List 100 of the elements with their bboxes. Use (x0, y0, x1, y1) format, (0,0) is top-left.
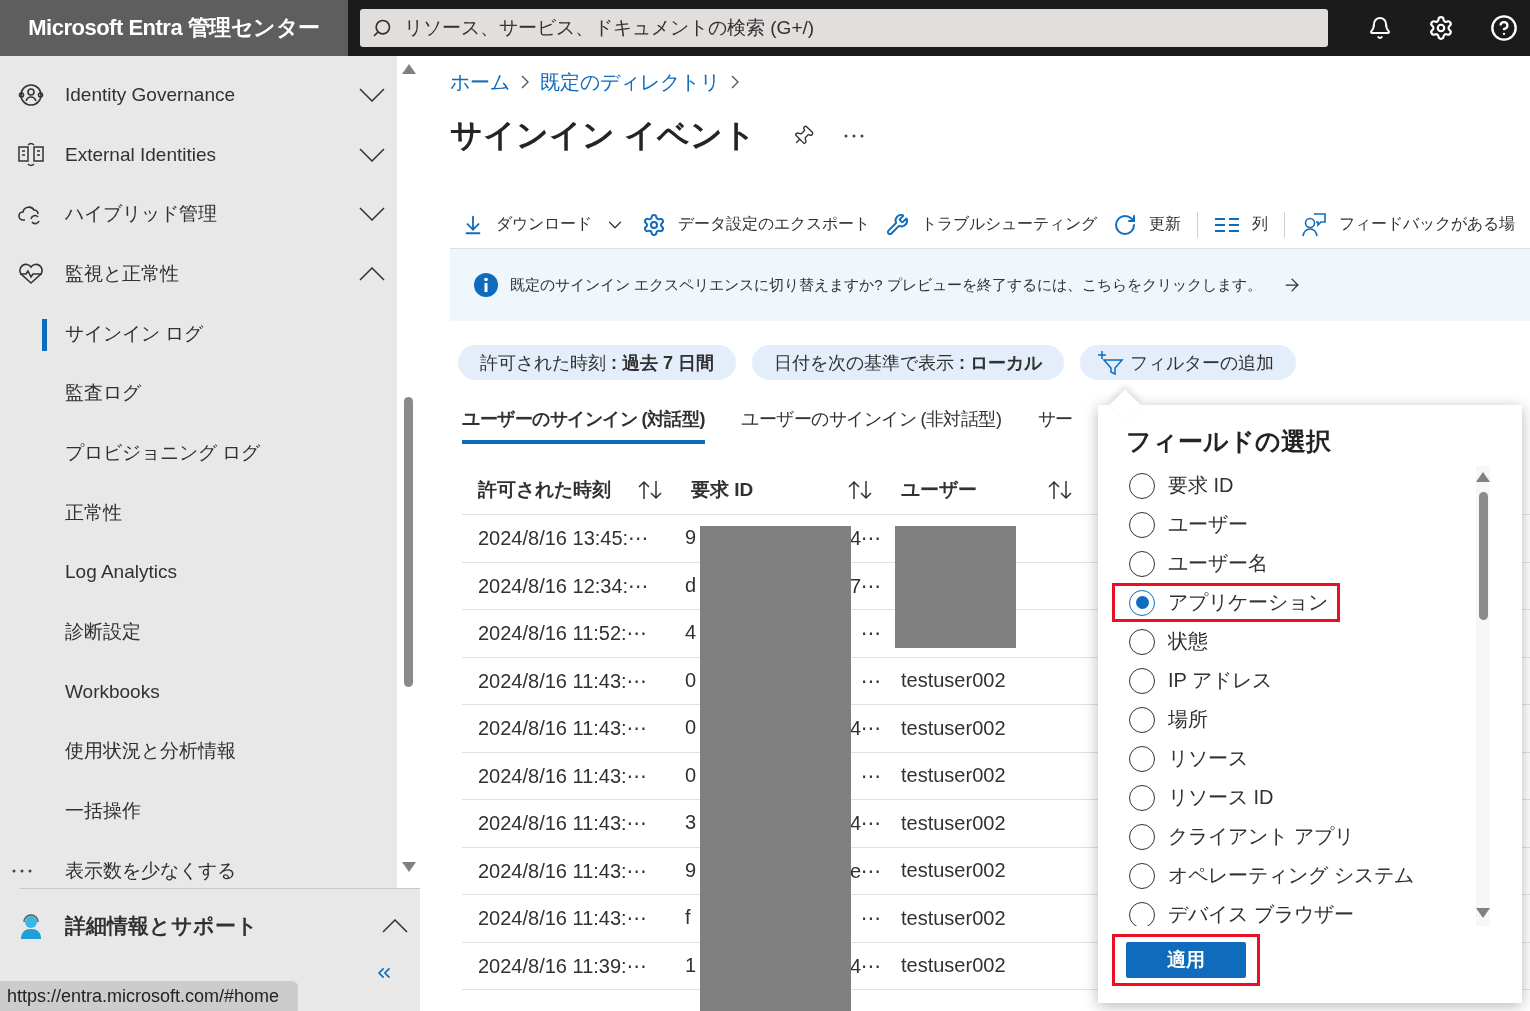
toolbar-button[interactable]: 列 (1214, 214, 1268, 235)
table-cell: 1 (685, 953, 697, 978)
columns-icon (1214, 215, 1240, 234)
table-cell: 7⋯ (849, 573, 881, 598)
toolbar-button[interactable]: データ設定のエクスポート (642, 212, 870, 237)
table-cell: 0 (685, 668, 697, 693)
nav-group[interactable]: Identity Governance (0, 65, 397, 125)
table-cell-text: 2024/8/16 11:43:⋯ (477, 811, 648, 836)
table-cell: d (685, 573, 697, 598)
nav-item[interactable]: サインイン ログ (0, 303, 397, 364)
filter-pill[interactable]: 許可された時刻 : 過去 7 日間 (458, 345, 737, 380)
table-cell: 4⋯ (849, 526, 881, 551)
gear-icon (642, 212, 666, 237)
table-cell-text: 2024/8/16 12:34:⋯ (477, 573, 650, 598)
breadcrumb-chevron-icon (730, 74, 740, 90)
radio-option[interactable]: ユーザー名 (1112, 544, 1280, 583)
table-cell: 3 (685, 811, 697, 836)
more-icon (11, 868, 32, 873)
panel-title: フィールドの選択 (1126, 426, 1332, 457)
table-cell-text: 2024/8/16 11:43:⋯ (477, 763, 648, 788)
table-cell: e⋯ (849, 858, 881, 883)
radio-option[interactable]: IP アドレス (1112, 661, 1285, 700)
sort-icon[interactable] (847, 479, 873, 501)
sort-icon[interactable] (637, 479, 663, 501)
nav-item[interactable]: Workbooks (0, 661, 397, 722)
table-cell: 0 (685, 763, 697, 788)
breadcrumb-link[interactable]: 既定のディレクトリ (540, 68, 720, 96)
table-cell: ⋯ (861, 906, 881, 931)
banner-text: 既定のサインイン エクスペリエンスに切り替えますか? プレビューを終了するには、こちらをクリックします。 (510, 275, 1262, 295)
radio-option[interactable]: デバイス ブラウザー (1112, 895, 1366, 926)
radio-option[interactable]: 場所 (1112, 700, 1220, 739)
scrollbar[interactable] (397, 56, 420, 888)
add-filter-button[interactable]: フィルターの追加 (1080, 345, 1297, 380)
column-header[interactable]: ユーザー (901, 477, 977, 503)
radio-option[interactable]: 状態 (1112, 622, 1220, 661)
search-field[interactable]: リソース、サービス、ドキュメントの検索 (G+/) (360, 9, 1328, 47)
radio-option[interactable]: オペレーティング システム (1112, 856, 1426, 895)
nav-item[interactable]: Log Analytics (0, 542, 397, 603)
nav-item[interactable]: 使用状況と分析情報 (0, 721, 397, 782)
toolbar-button[interactable]: フィードバックがある場 (1301, 211, 1515, 238)
settings-icon[interactable] (1428, 15, 1454, 41)
table-cell-text: 2024/8/16 11:43:⋯ (477, 858, 648, 883)
wrench-icon (886, 213, 909, 236)
sort-icon[interactable] (1047, 479, 1073, 501)
nav-item[interactable]: 正常性 (0, 482, 397, 543)
breadcrumb-link[interactable]: ホーム (450, 68, 510, 96)
table-cell-text: testuser002 (900, 906, 1007, 930)
radio-option[interactable]: リソース (1112, 739, 1260, 778)
scrollbar[interactable] (1476, 466, 1490, 926)
table-cell-text: 2024/8/16 13:45:⋯ (477, 526, 650, 551)
tab[interactable]: ユーザーのサインイン (非対話型) (741, 398, 1002, 444)
table-cell: 4⋯ (849, 953, 881, 978)
tab[interactable]: ユーザーのサインイン (対話型) (462, 398, 705, 444)
more-icon[interactable] (843, 134, 864, 138)
page-title: サインイン イベント (450, 116, 756, 155)
table-cell: 4⋯ (849, 811, 881, 836)
chevron-down-icon (359, 87, 385, 102)
table-cell-text: testuser002 (900, 859, 1007, 883)
notifications-icon[interactable] (1368, 16, 1392, 40)
chevron-up-icon (359, 266, 385, 281)
refresh-icon (1113, 212, 1137, 237)
filter-pill[interactable]: 日付を次の基準で表示 : ローカル (752, 345, 1065, 380)
people-circle-icon (17, 81, 44, 108)
table-cell: f (685, 906, 691, 931)
info-icon (474, 273, 498, 297)
nav-item[interactable]: プロビジョニング ログ (0, 423, 397, 483)
apply-button[interactable]: 適用 (1126, 942, 1246, 978)
radio-option[interactable]: アプリケーション (1112, 583, 1340, 622)
radio-option[interactable]: リソース ID (1112, 778, 1286, 817)
table-cell: 4 (685, 621, 697, 646)
column-header[interactable]: 要求 ID (691, 477, 754, 503)
building-swap-icon (16, 141, 45, 168)
table-cell-text: 2024/8/16 11:43:⋯ (477, 906, 648, 931)
nav-group[interactable]: External Identities (0, 124, 397, 185)
status-url: https://entra.microsoft.com/#home (0, 981, 298, 1011)
table-cell-text: testuser002 (900, 811, 1007, 835)
table-cell: ⋯ (861, 621, 881, 646)
column-header[interactable]: 許可された時刻 (478, 477, 611, 503)
table-cell-text: 2024/8/16 11:43:⋯ (477, 716, 648, 741)
table-cell: 9 (685, 526, 697, 551)
nav-item[interactable]: 診断設定 (0, 602, 397, 662)
radio-option[interactable]: ユーザー (1112, 505, 1260, 544)
table-cell-text: testuser002 (900, 954, 1007, 978)
table-cell-text: 2024/8/16 11:43:⋯ (477, 668, 648, 693)
app-title[interactable]: Microsoft Entra 管理センター (0, 0, 348, 56)
help-icon[interactable] (1490, 14, 1518, 42)
nav-item[interactable]: 一括操作 (0, 781, 397, 841)
search-placeholder: リソース、サービス、ドキュメントの検索 (G+/) (404, 16, 815, 40)
tab[interactable]: サー (1037, 398, 1073, 444)
radio-option[interactable]: クライアント アプリ (1112, 817, 1366, 856)
radio-option[interactable]: 要求 ID (1112, 466, 1246, 505)
nav-group[interactable]: ハイブリッド管理 (0, 184, 397, 245)
nav-group[interactable]: 監視と正常性 (0, 244, 397, 304)
person-chat-icon (1301, 211, 1327, 238)
toolbar-button[interactable]: トラブルシューティング (886, 213, 1097, 236)
toolbar-button[interactable]: ダウンロード (462, 213, 626, 236)
toolbar-button[interactable]: 更新 (1113, 212, 1181, 237)
nav-item[interactable]: 監査ログ (0, 363, 397, 424)
table-cell: ⋯ (861, 668, 881, 693)
chevron-up-icon (382, 919, 408, 933)
